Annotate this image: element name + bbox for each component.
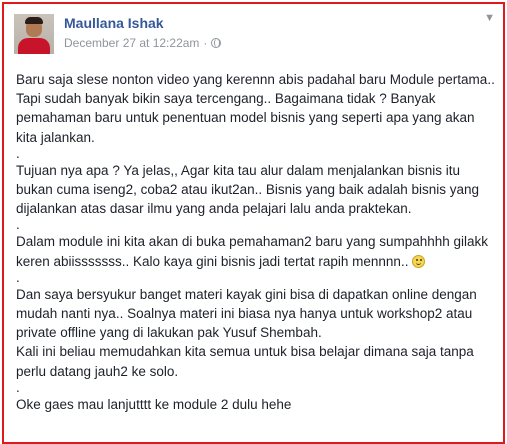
post-card: Maullana Ishak December 27 at 12:22am · … (2, 2, 505, 444)
paragraph-separator: . (16, 269, 20, 285)
paragraph-5: Kali ini beliau memudahkan kita semua un… (16, 344, 474, 379)
paragraph-4: Dan saya bersyukur banget materi kayak g… (16, 286, 477, 341)
paragraph-2: Tujuan nya apa ? Ya jelas,, Agar kita ta… (16, 162, 480, 217)
author-name[interactable]: Maullana Ishak (64, 15, 164, 31)
chevron-down-icon[interactable]: ▼ (484, 12, 495, 24)
paragraph-separator: . (16, 145, 20, 161)
paragraph-6: Oke gaes mau lanjutttt ke module 2 dulu … (16, 396, 292, 412)
paragraph-1: Baru saja slese nonton video yang kerenn… (16, 72, 495, 145)
avatar[interactable] (14, 14, 54, 54)
avatar-hair (25, 17, 43, 24)
avatar-shirt (18, 38, 50, 54)
post-timestamp[interactable]: December 27 at 12:22am (64, 36, 199, 50)
post-meta: December 27 at 12:22am · (64, 36, 222, 50)
paragraph-separator: . (16, 217, 20, 233)
globe-icon[interactable] (211, 38, 222, 48)
smiley-icon (412, 254, 426, 268)
paragraph-3: Dalam module ini kita akan di buka pemah… (16, 232, 498, 270)
post-text: Baru saja slese nonton video yang kerenn… (16, 70, 498, 414)
meta-separator: · (203, 36, 208, 50)
paragraph-separator: . (16, 379, 20, 395)
